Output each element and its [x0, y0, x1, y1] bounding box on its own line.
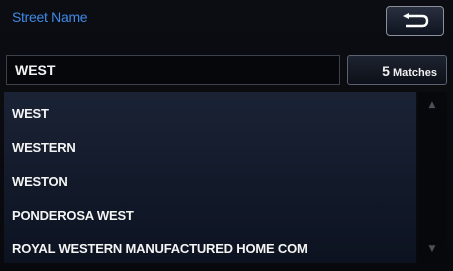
- list-item[interactable]: WESTERN: [4, 130, 416, 164]
- back-button[interactable]: [386, 6, 444, 36]
- list-item[interactable]: WEST: [4, 96, 416, 130]
- scrollbar[interactable]: ▲ ▼: [418, 92, 447, 263]
- navigation-screen: Street Name WEST 5 Matches WEST WESTERN …: [0, 0, 453, 271]
- list-item[interactable]: WESTON: [4, 164, 416, 198]
- return-arrow-icon: [403, 13, 429, 28]
- matches-label: Matches: [392, 67, 437, 79]
- scroll-down-icon[interactable]: ▼: [426, 242, 438, 256]
- scroll-up-icon[interactable]: ▲: [426, 98, 438, 112]
- matches-button[interactable]: 5 Matches: [347, 55, 447, 85]
- list-item[interactable]: PONDEROSA WEST: [4, 198, 416, 232]
- list-item[interactable]: ROYAL WESTERN MANUFACTURED HOME COM: [4, 231, 416, 265]
- matches-count: 5: [382, 63, 390, 79]
- results-list: WEST WESTERN WESTON PONDEROSA WEST ROYAL…: [4, 92, 416, 263]
- street-name-input[interactable]: WEST: [6, 55, 340, 85]
- page-title: Street Name: [12, 9, 88, 25]
